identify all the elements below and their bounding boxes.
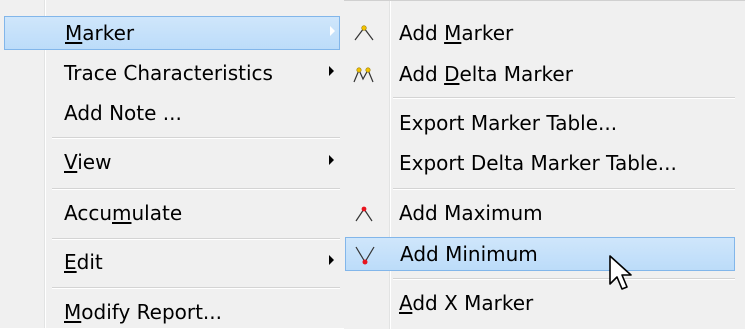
mouse-cursor-icon	[609, 255, 632, 290]
menu-separator	[52, 287, 340, 289]
menu-item-edit[interactable]: Edit	[4, 246, 340, 280]
menu-item-label: Add Minimum	[400, 242, 538, 266]
menu-item-modify-report[interactable]: Modify Report...	[4, 296, 340, 330]
menu-item-label: Add X Marker	[399, 291, 534, 315]
menu-separator	[52, 137, 340, 139]
submenu-arrow-icon	[329, 155, 334, 165]
menu-item-label: Export Marker Table...	[399, 111, 618, 135]
menu-item-view[interactable]: View	[4, 146, 340, 180]
menu-item-label: Add Marker	[399, 21, 514, 45]
menu-separator	[52, 238, 340, 240]
minimum-icon	[355, 246, 375, 265]
menu-separator	[52, 188, 340, 190]
submenu-item-add-minimum[interactable]: Add Minimum	[345, 237, 735, 271]
menu-item-label: Add Maximum	[399, 201, 543, 225]
menu-separator	[393, 97, 735, 99]
menu-item-label: Modify Report...	[64, 300, 223, 324]
menu-item-label: Export Delta Marker Table...	[399, 151, 677, 175]
context-menu: Marker Trace Characteristics Add Note ..…	[0, 0, 345, 328]
marker-peak-icon	[354, 25, 374, 41]
menu-item-marker[interactable]: Marker	[4, 16, 340, 50]
marker-submenu: Add Marker Add Delta Marker Export Marke…	[344, 0, 745, 329]
submenu-item-export-delta-marker-table[interactable]: Export Delta Marker Table...	[345, 147, 735, 181]
submenu-arrow-icon	[329, 255, 334, 265]
maximum-icon	[355, 206, 373, 222]
menu-item-accumulate[interactable]: Accumulate	[4, 197, 340, 231]
menu-item-label: Marker	[65, 21, 135, 45]
menu-item-trace-characteristics[interactable]: Trace Characteristics	[4, 57, 340, 91]
menu-separator	[393, 278, 735, 280]
submenu-item-add-maximum[interactable]: Add Maximum	[345, 197, 735, 231]
submenu-arrow-icon	[329, 66, 334, 76]
menu-item-label: Add Delta Marker	[399, 62, 573, 86]
delta-marker-icon	[353, 67, 374, 83]
submenu-arrow-icon	[330, 26, 335, 36]
menu-item-label: Add Note ...	[64, 101, 182, 125]
menu-item-label: Accumulate	[64, 201, 183, 225]
submenu-item-add-x-marker[interactable]: Add X Marker	[345, 287, 735, 321]
submenu-item-add-delta-marker[interactable]: Add Delta Marker	[345, 58, 735, 92]
menu-separator	[393, 188, 735, 190]
menu-item-label: Edit	[64, 250, 103, 274]
menu-item-add-note[interactable]: Add Note ...	[4, 97, 340, 131]
submenu-item-export-marker-table[interactable]: Export Marker Table...	[345, 107, 735, 141]
menu-item-label: Trace Characteristics	[64, 61, 273, 85]
submenu-item-add-marker[interactable]: Add Marker	[345, 17, 735, 51]
menu-item-label: View	[64, 150, 112, 174]
